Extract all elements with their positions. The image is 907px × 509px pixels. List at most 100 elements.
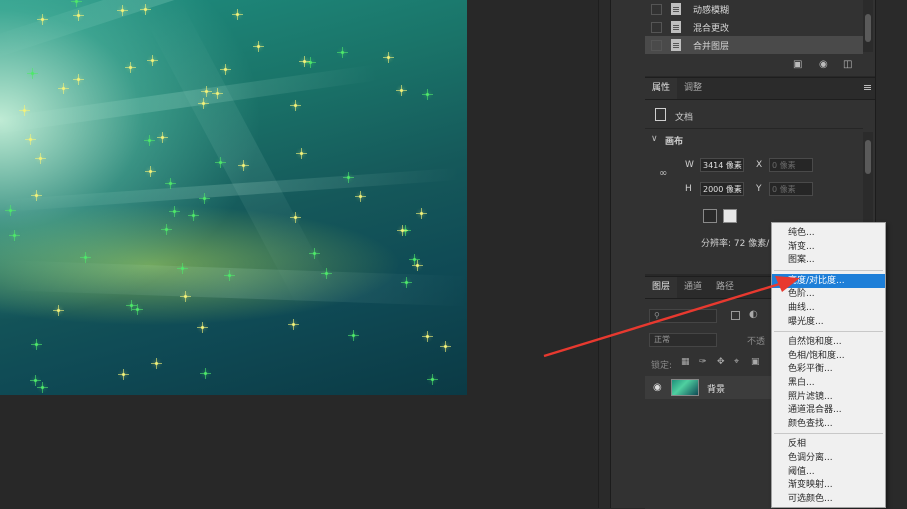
sparkle-decoration — [215, 157, 226, 168]
sparkle-decoration — [409, 254, 420, 265]
trash-icon[interactable]: ◫ — [843, 60, 853, 70]
menu-item[interactable]: 色阶... — [772, 287, 885, 301]
history-checkbox[interactable] — [651, 4, 662, 15]
height-input[interactable]: 2000 像素 — [700, 182, 744, 196]
sparkle-decoration — [126, 300, 137, 311]
menu-item[interactable]: 自然饱和度... — [772, 335, 885, 349]
tab-layers[interactable]: 图层 — [645, 277, 678, 298]
sparkle-decoration — [422, 89, 433, 100]
tab-paths[interactable]: 路径 — [709, 277, 741, 298]
menu-item[interactable]: 颜色查找... — [772, 417, 885, 431]
sparkle-decoration — [440, 341, 451, 352]
sparkle-decoration — [73, 74, 84, 85]
history-scrollbar[interactable] — [863, 0, 873, 52]
sparkle-decoration — [145, 166, 156, 177]
new-snapshot-icon[interactable]: ▣ — [793, 60, 803, 70]
lock-transparent-icon[interactable]: ▦ — [681, 358, 690, 367]
tab-properties[interactable]: 属性 — [645, 78, 678, 99]
width-label: W — [685, 160, 694, 170]
resolution-text: 分辨率: 72 像素/ — [701, 239, 770, 249]
layer-filter-select[interactable]: ⚲ — [649, 309, 717, 323]
menu-item[interactable]: 色相/饱和度... — [772, 349, 885, 363]
menu-item[interactable]: 曲线... — [772, 301, 885, 315]
sparkle-decoration — [71, 0, 82, 7]
adjustment-filter-icon[interactable]: ◐ — [749, 309, 758, 320]
menu-separator — [774, 269, 883, 271]
canvas-image[interactable] — [0, 0, 467, 395]
camera-icon[interactable]: ◉ — [819, 60, 829, 70]
document-icon — [671, 3, 681, 15]
sparkle-decoration — [19, 105, 30, 116]
history-checkbox[interactable] — [651, 22, 662, 33]
sparkle-decoration — [151, 358, 162, 369]
sparkle-decoration — [165, 178, 176, 189]
sparkle-decoration — [169, 206, 180, 217]
chain-link-icon[interactable]: ∞ — [659, 168, 667, 179]
menu-item[interactable]: 照片滤镜... — [772, 390, 885, 404]
panel-menu-icon[interactable] — [864, 85, 871, 86]
portrait-orientation-icon[interactable] — [703, 209, 717, 223]
tab-channels[interactable]: 通道 — [677, 277, 709, 298]
lock-artboard-icon[interactable]: ⌖ — [734, 358, 743, 367]
history-panel: 动感模糊 混合更改 合并图层 ▣ ◉ ◫ — [645, 0, 875, 76]
history-item-label: 动感模糊 — [693, 6, 730, 16]
opacity-label: 不透 — [747, 337, 766, 347]
sparkle-decoration — [30, 375, 41, 386]
history-checkbox[interactable] — [651, 40, 662, 51]
menu-item[interactable]: 图案... — [772, 253, 885, 267]
menu-item[interactable]: 色调分离... — [772, 451, 885, 465]
landscape-orientation-icon[interactable] — [723, 209, 737, 223]
menu-item[interactable]: 阈值... — [772, 465, 885, 479]
sparkle-decoration — [355, 191, 366, 202]
layer-name[interactable]: 背景 — [707, 382, 725, 395]
lock-label: 锁定: — [651, 361, 673, 371]
sparkle-decoration — [198, 98, 209, 109]
sparkle-decoration — [27, 68, 38, 79]
image-filter-icon[interactable] — [731, 311, 740, 320]
menu-item[interactable]: 反相 — [772, 437, 885, 451]
menu-item[interactable]: 曝光度... — [772, 315, 885, 329]
menu-item[interactable]: 亮度/对比度... — [772, 273, 885, 288]
sparkle-decoration — [224, 270, 235, 281]
sparkle-decoration — [253, 41, 264, 52]
sparkle-decoration — [58, 83, 69, 94]
lock-paint-icon[interactable]: ✑ — [699, 358, 708, 367]
x-input[interactable]: 0 像素 — [769, 158, 813, 172]
width-input[interactable]: 3414 像素 — [700, 158, 744, 172]
history-item[interactable]: 动感模糊 — [645, 0, 863, 18]
sparkle-decoration — [31, 339, 42, 350]
sparkle-decoration — [238, 160, 249, 171]
menu-item[interactable]: 渐变映射... — [772, 478, 885, 492]
menu-item[interactable]: 色彩平衡... — [772, 362, 885, 376]
sparkle-decoration — [161, 224, 172, 235]
sparkle-decoration — [288, 319, 299, 330]
tab-adjustments[interactable]: 调整 — [677, 78, 709, 99]
history-item[interactable]: 混合更改 — [645, 18, 863, 36]
sparkle-decoration — [53, 305, 64, 316]
blend-mode-select[interactable]: 正常 — [649, 333, 717, 347]
menu-item[interactable]: 黑白... — [772, 376, 885, 390]
history-item-selected[interactable]: 合并图层 — [645, 36, 863, 54]
y-input[interactable]: 0 像素 — [769, 182, 813, 196]
menu-item[interactable]: 纯色... — [772, 226, 885, 240]
sparkle-decoration — [118, 369, 129, 380]
menu-item[interactable]: 可选颜色... — [772, 492, 885, 506]
sparkle-decoration — [412, 260, 423, 271]
sparkle-decoration — [383, 52, 394, 63]
sparkle-decoration — [396, 85, 407, 96]
sparkle-decoration — [422, 331, 433, 342]
lock-position-icon[interactable]: ✥ — [717, 358, 726, 367]
sparkle-decoration — [147, 55, 158, 66]
adjustment-layer-menu[interactable]: 纯色... 渐变... 图案... 亮度/对比度... 色阶... 曲线... 曝光度...… — [771, 222, 886, 508]
lock-all-icon[interactable]: ▣ — [751, 358, 760, 367]
visibility-eye-icon[interactable]: ◉ — [653, 382, 662, 393]
chevron-down-icon[interactable]: ∨ — [651, 134, 658, 144]
sparkle-decoration — [212, 88, 223, 99]
menu-item[interactable]: 通道混合器... — [772, 403, 885, 417]
sparkle-decoration — [188, 210, 199, 221]
sparkle-decoration — [125, 62, 136, 73]
sparkle-decoration — [157, 132, 168, 143]
menu-item[interactable]: 渐变... — [772, 240, 885, 254]
sparkle-decoration — [35, 153, 46, 164]
document-icon — [655, 108, 666, 121]
